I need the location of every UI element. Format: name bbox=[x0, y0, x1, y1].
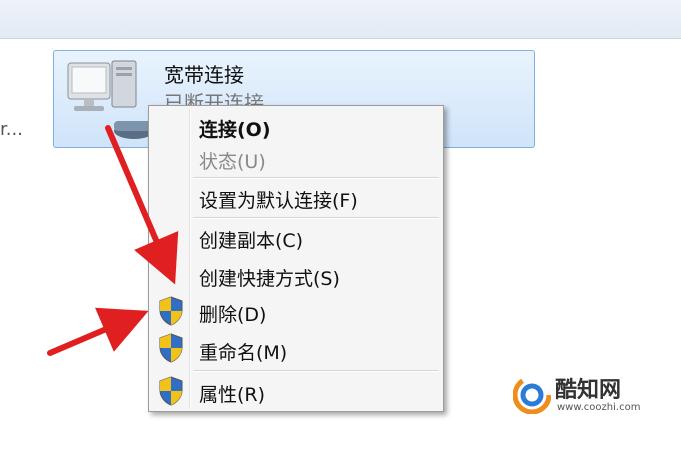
coozhi-watermark: 酷知网 www.coozhi.com bbox=[505, 368, 653, 422]
coozhi-logo-icon bbox=[513, 376, 551, 414]
red-arrow-right bbox=[47, 307, 149, 356]
watermark-url: www.coozhi.com bbox=[557, 402, 641, 413]
red-arrow-down bbox=[105, 125, 179, 285]
watermark-title: 酷知网 bbox=[555, 378, 622, 403]
